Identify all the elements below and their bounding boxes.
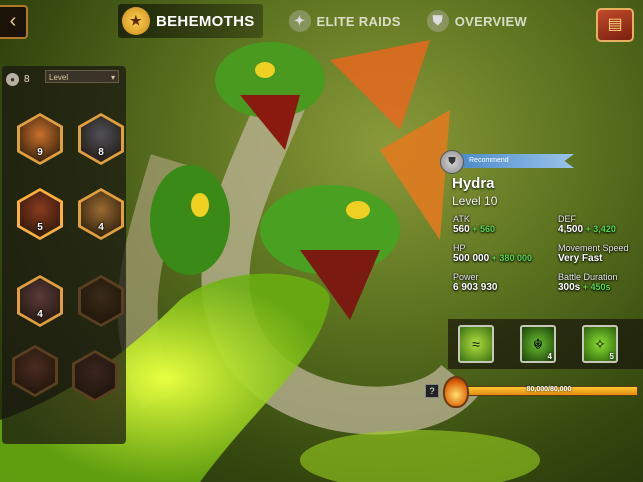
top-tab-bar: ★ BEHEMOTHS ✦ ELITE RAIDS ⛊ OVERVIEW [118, 4, 553, 38]
level-filter-select[interactable]: Level ▾ [45, 70, 119, 83]
stat-power: Power 6 903 930 [453, 272, 498, 293]
tab-elite-raids[interactable]: ✦ ELITE RAIDS [288, 10, 401, 32]
stat-hp: HP 500 000 + 380 000 [453, 243, 532, 264]
boss-level: Level 10 [452, 194, 498, 208]
skill-bar: ≈ ☬ 4 ✧ 5 [448, 319, 643, 369]
skill-hydra-bite-count: 4 [547, 352, 552, 361]
stat-battle-duration: Battle Duration 300s + 450s [558, 272, 618, 293]
flame-icon [443, 376, 469, 408]
boss-hp-bar: 80,000/80,000 [460, 386, 638, 396]
stat-atk-label: ATK [453, 214, 470, 224]
tab-overview[interactable]: ⛊ OVERVIEW [426, 10, 527, 32]
stat-battle-duration-bonus: + 450s [582, 282, 611, 292]
recommend-ribbon: Recommend [456, 154, 574, 168]
chevron-down-icon: ▾ [110, 73, 115, 82]
stat-def-label: DEF [558, 214, 576, 224]
help-button[interactable]: ? [425, 384, 439, 398]
pet-count-value: 8 [24, 73, 30, 85]
elite-raids-icon: ✦ [288, 10, 311, 32]
paw-icon: ● [6, 72, 19, 86]
tab-elite-raids-label: ELITE RAIDS [316, 13, 401, 29]
acid-pool-icon: ≈ [472, 336, 480, 352]
spellbook-icon: ▤ [607, 16, 623, 33]
stat-movement-value: Very Fast [558, 253, 603, 264]
stat-def-bonus: + 3,420 [585, 224, 616, 234]
stat-movement-label: Movement Speed [558, 243, 629, 253]
stat-power-value: 6 903 930 [453, 282, 498, 293]
stat-battle-duration-label: Battle Duration [558, 272, 618, 282]
stat-hp-value: 500 000 [453, 253, 490, 264]
skill-hydra-bite[interactable]: ☬ 4 [520, 325, 556, 363]
lion-locked-portrait [81, 278, 121, 324]
overview-shield-icon: ⛊ [426, 10, 449, 32]
back-button[interactable]: ‹ [0, 5, 28, 39]
tab-overview-label: OVERVIEW [454, 13, 527, 29]
stat-def-value: 4,500 [558, 224, 584, 235]
stat-atk: ATK 560 + 560 [453, 214, 495, 235]
stat-atk-value: 560 [453, 224, 470, 235]
stat-hp-bonus: + 380 000 [491, 253, 532, 263]
dragon-locked-portrait [15, 348, 55, 394]
tab-behemoths[interactable]: ★ BEHEMOTHS [118, 4, 263, 38]
boss-hp-text: 80,000/80,000 [526, 386, 572, 393]
skill-poison-split[interactable]: ✧ 5 [582, 325, 618, 363]
recommend-label: Recommend [469, 157, 509, 164]
spellbook-button[interactable]: ▤ [596, 8, 634, 42]
skill-acid-pool[interactable]: ≈ [458, 325, 494, 363]
recommend-banner: Recommend ⛊ [440, 150, 580, 174]
recommend-shield-icon: ⛊ [440, 150, 464, 174]
stat-battle-duration-value: 300s [558, 282, 581, 293]
level-filter-value: Level [49, 73, 69, 82]
boar-locked-portrait [75, 353, 115, 399]
poison-split-icon: ✧ [594, 335, 606, 352]
stat-power-label: Power [453, 272, 479, 282]
tab-behemoths-label: BEHEMOTHS [156, 12, 255, 30]
skill-poison-split-count: 5 [609, 352, 614, 361]
boss-name: Hydra [452, 175, 495, 192]
stat-hp-label: HP [453, 243, 466, 253]
behemoth-crest-icon: ★ [122, 7, 150, 35]
stat-atk-bonus: + 560 [472, 224, 495, 234]
stat-def: DEF 4,500 + 3,420 [558, 214, 616, 235]
pet-count: ● 8 [6, 70, 30, 88]
stat-movement: Movement Speed Very Fast [558, 243, 629, 264]
hydra-bite-icon: ☬ [533, 335, 543, 352]
